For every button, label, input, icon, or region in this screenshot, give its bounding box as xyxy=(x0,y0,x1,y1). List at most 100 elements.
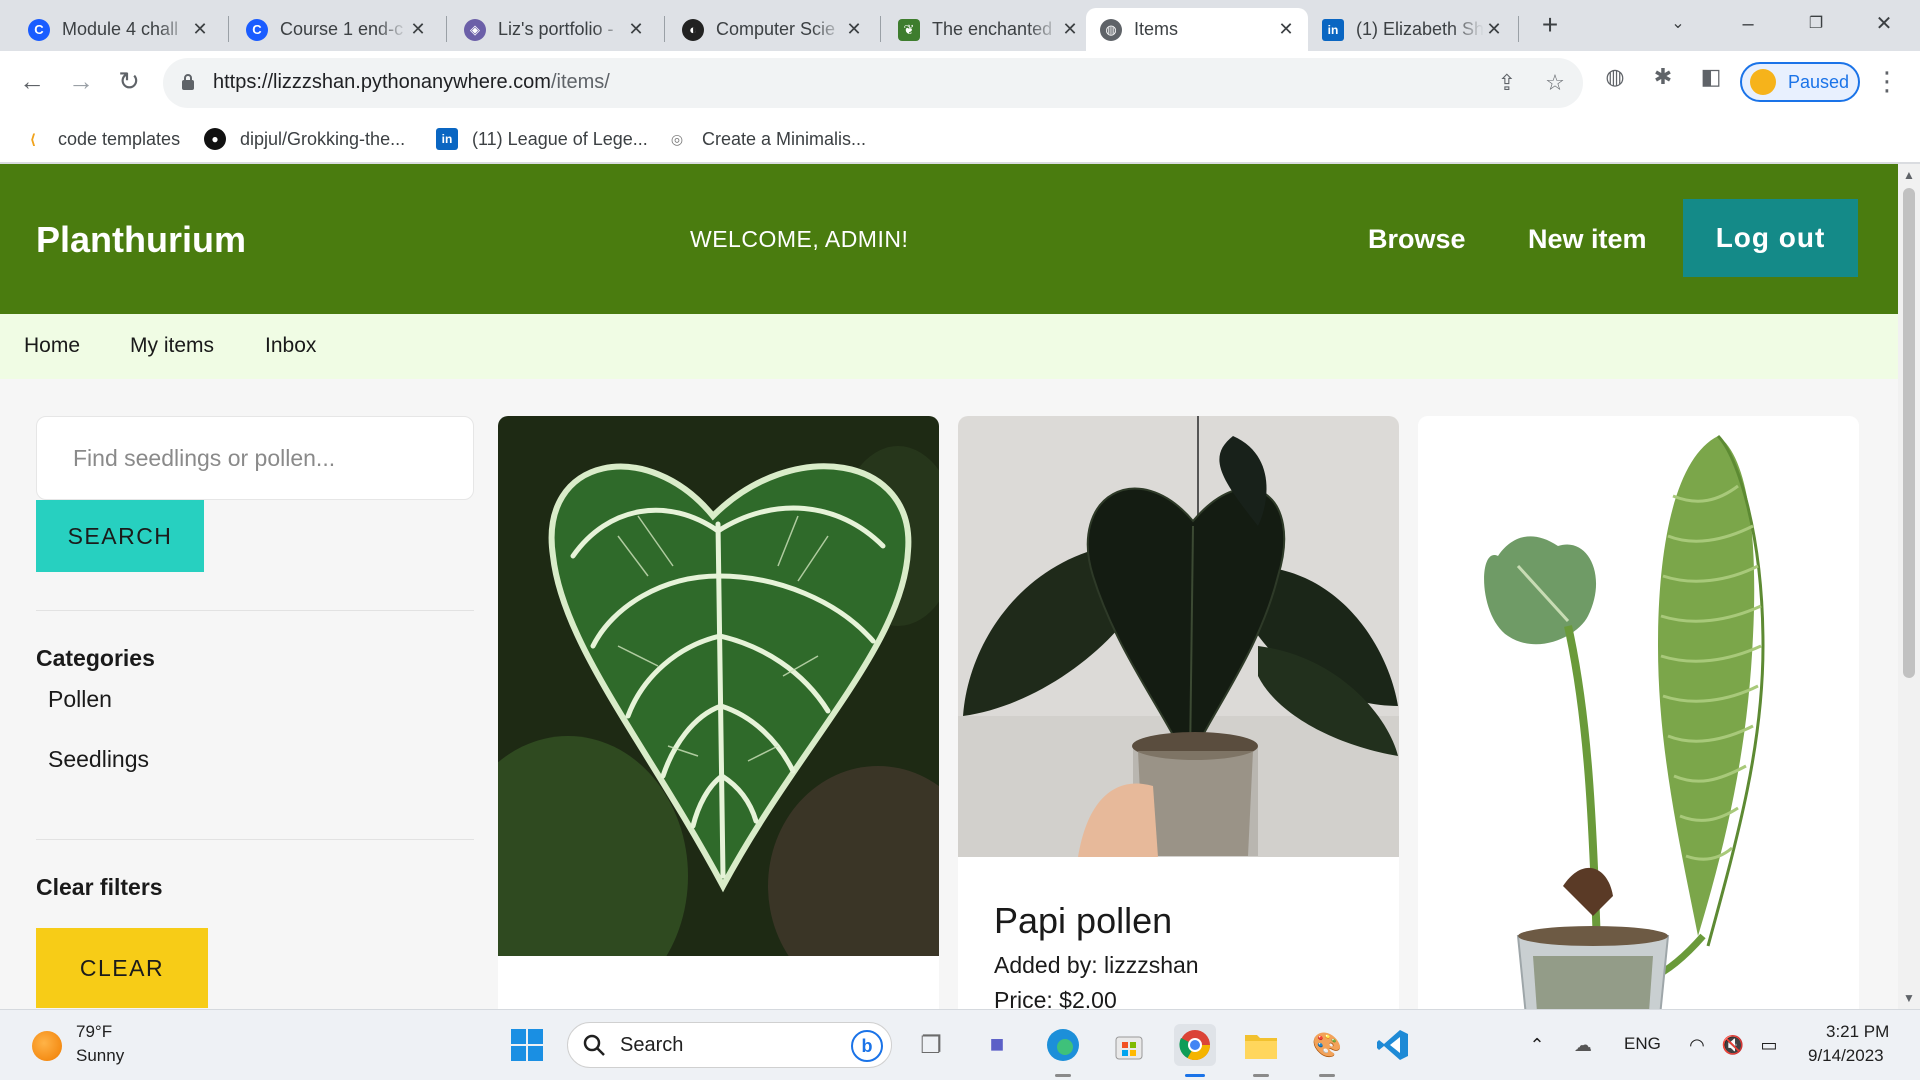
dark-anthurium-in-pot-photo xyxy=(958,416,1399,857)
chrome-icon[interactable] xyxy=(1174,1024,1216,1066)
tab-separator xyxy=(446,16,447,42)
minimize-button[interactable]: – xyxy=(1728,6,1768,42)
active-indicator xyxy=(1185,1074,1205,1077)
search-button[interactable]: SEARCH xyxy=(36,500,204,572)
tab-computer-science[interactable]: ◐ Computer Scie ✕ xyxy=(668,8,876,51)
vscode-icon[interactable] xyxy=(1372,1024,1414,1066)
side-panel-icon[interactable]: ◧ xyxy=(1696,62,1726,92)
share-icon[interactable]: ⇪ xyxy=(1493,69,1521,97)
tab-course1[interactable]: C Course 1 end-c ✕ xyxy=(232,8,440,51)
taskbar-search[interactable]: Search b xyxy=(567,1022,892,1068)
bookmark-code-templates[interactable]: ⟨ code templates xyxy=(22,124,180,154)
windows-taskbar: 79°F Sunny Search b ❐ ■ 🎨 ⌃ ☁ ENG ◠ 🔇 ▭ xyxy=(0,1009,1920,1080)
orange-moon-icon: ◐ xyxy=(682,18,704,41)
close-icon[interactable]: ✕ xyxy=(1484,19,1504,40)
running-indicator xyxy=(1253,1074,1269,1077)
item-card[interactable] xyxy=(498,416,939,1009)
task-view-icon[interactable]: ❐ xyxy=(910,1024,952,1066)
tab-enchanted[interactable]: ❦ The enchanted ✕ xyxy=(884,8,1092,51)
close-icon[interactable]: ✕ xyxy=(1060,19,1080,40)
coursera-icon: C xyxy=(246,18,268,41)
code-templates-icon: ⟨ xyxy=(29,130,37,147)
extension-globe-icon[interactable]: ◍ xyxy=(1600,62,1630,92)
volume-muted-icon[interactable]: 🔇 xyxy=(1720,1032,1746,1058)
bookmark-grokking[interactable]: ● dipjul/Grokking-the... xyxy=(204,124,405,154)
github-icon: ● xyxy=(204,128,226,150)
running-indicator xyxy=(1319,1074,1335,1077)
search-icon xyxy=(583,1034,605,1056)
paint-icon[interactable]: 🎨 xyxy=(1306,1024,1348,1066)
weather-temperature[interactable]: 79°F xyxy=(76,1022,112,1042)
address-bar[interactable]: https://lizzzshan.pythonanywhere.com/ite… xyxy=(163,58,1583,108)
search-input[interactable] xyxy=(36,416,474,500)
brand-logo-link[interactable]: Planthurium xyxy=(36,219,246,261)
more-menu-icon[interactable]: ⋮ xyxy=(1874,61,1900,101)
start-button[interactable] xyxy=(506,1024,548,1066)
my-items-link[interactable]: My items xyxy=(130,334,214,358)
close-icon[interactable]: ✕ xyxy=(844,19,864,40)
item-card[interactable]: Papi pollen Added by: lizzzshan Price: $… xyxy=(958,416,1399,1009)
home-link[interactable]: Home xyxy=(24,334,80,358)
tab-linkedin[interactable]: in (1) Elizabeth Sh ✕ xyxy=(1308,8,1516,51)
teams-chat-icon[interactable]: ■ xyxy=(976,1024,1018,1066)
item-added-by: Added by: lizzzshan xyxy=(994,952,1199,978)
lock-icon xyxy=(182,74,194,90)
close-icon[interactable]: ✕ xyxy=(408,19,428,40)
clock-date[interactable]: 9/14/2023 xyxy=(1808,1046,1884,1066)
forward-button[interactable]: → xyxy=(63,63,99,99)
close-window-button[interactable]: ✕ xyxy=(1864,6,1904,42)
globe-icon: ◍ xyxy=(1100,18,1122,41)
page-scrollbar[interactable]: ▲ ▼ xyxy=(1898,164,1920,1009)
battery-icon[interactable]: ▭ xyxy=(1756,1032,1782,1058)
close-icon[interactable]: ✕ xyxy=(626,19,646,40)
store-icon[interactable] xyxy=(1108,1024,1150,1066)
language-indicator[interactable]: ENG xyxy=(1624,1034,1661,1054)
profile-label: Paused xyxy=(1788,71,1850,92)
bookmark-star-icon[interactable]: ☆ xyxy=(1541,69,1569,97)
onedrive-error-icon[interactable]: ☁ xyxy=(1570,1032,1596,1058)
tab-strip: C Module 4 chall ✕ C Course 1 end-c ✕ ◈ … xyxy=(0,0,1920,51)
category-seedlings-link[interactable]: Seedlings xyxy=(48,746,149,773)
inbox-link[interactable]: Inbox xyxy=(265,334,316,358)
bookmark-label: code templates xyxy=(58,128,181,149)
restore-button[interactable]: ❐ xyxy=(1796,6,1836,42)
tab-items[interactable]: ◍ Items ✕ xyxy=(1086,8,1308,51)
bing-icon[interactable]: b xyxy=(851,1030,883,1062)
scroll-up-icon[interactable]: ▲ xyxy=(1903,168,1915,182)
logout-button[interactable]: Log out xyxy=(1683,199,1858,277)
new-tab-button[interactable]: + xyxy=(1535,10,1565,40)
new-item-link[interactable]: New item xyxy=(1528,224,1647,255)
category-pollen-link[interactable]: Pollen xyxy=(48,686,112,713)
file-explorer-icon[interactable] xyxy=(1240,1024,1282,1066)
tab-title: Module 4 chall xyxy=(62,19,179,39)
tab-portfolio[interactable]: ◈ Liz's portfolio - ✕ xyxy=(450,8,658,51)
scroll-down-icon[interactable]: ▼ xyxy=(1903,991,1915,1005)
categories-heading: Categories xyxy=(36,645,155,671)
sun-icon[interactable] xyxy=(32,1031,62,1061)
bookmark-minimalist[interactable]: ◎ Create a Minimalis... xyxy=(666,124,866,154)
clock-time[interactable]: 3:21 PM xyxy=(1826,1022,1889,1042)
wifi-icon[interactable]: ◠ xyxy=(1684,1032,1710,1058)
tab-module4[interactable]: C Module 4 chall ✕ xyxy=(14,8,222,51)
extensions-puzzle-icon[interactable]: ✱ xyxy=(1648,62,1678,92)
close-icon[interactable]: ✕ xyxy=(190,19,210,40)
profile-paused-button[interactable]: Paused xyxy=(1740,62,1860,102)
url-host: https://lizzzshan.pythonanywhere.com xyxy=(213,71,551,93)
scrollbar-thumb[interactable] xyxy=(1903,188,1915,678)
edge-icon[interactable] xyxy=(1042,1024,1084,1066)
weather-condition[interactable]: Sunny xyxy=(76,1046,124,1066)
clear-button[interactable]: CLEAR xyxy=(36,928,208,1008)
item-title[interactable]: Papi pollen xyxy=(994,900,1172,942)
item-card[interactable] xyxy=(1418,416,1859,1009)
browse-link[interactable]: Browse xyxy=(1368,224,1466,255)
bookmark-league[interactable]: in (11) League of Lege... xyxy=(436,124,648,154)
url-text[interactable]: https://lizzzshan.pythonanywhere.com/ite… xyxy=(213,71,610,94)
reload-button[interactable]: ↻ xyxy=(111,63,147,99)
tab-title: (1) Elizabeth Sh xyxy=(1356,19,1484,39)
back-button[interactable]: ← xyxy=(14,63,50,99)
tab-search-chevron-icon[interactable]: ⌄ xyxy=(1658,6,1698,42)
tab-title: Course 1 end-c xyxy=(280,19,404,39)
running-indicator xyxy=(1055,1074,1071,1077)
show-hidden-icons-chevron-icon[interactable]: ⌃ xyxy=(1524,1032,1550,1058)
close-icon[interactable]: ✕ xyxy=(1276,19,1296,40)
